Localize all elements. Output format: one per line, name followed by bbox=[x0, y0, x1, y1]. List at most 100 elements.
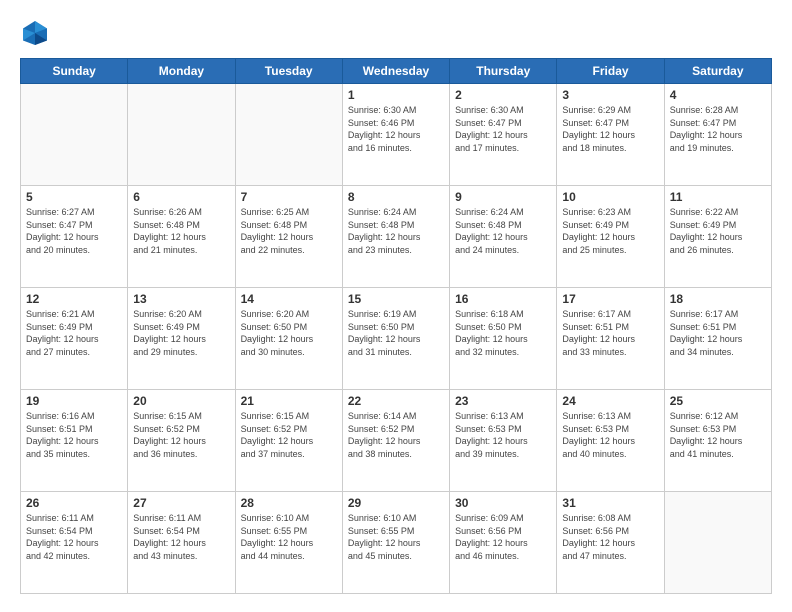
calendar-cell: 16 Sunrise: 6:18 AM Sunset: 6:50 PM Dayli… bbox=[450, 288, 557, 390]
day-number: 30 bbox=[455, 496, 551, 510]
day-number: 23 bbox=[455, 394, 551, 408]
calendar-cell: 27Sunrise: 6:11 AM Sunset: 6:54 PM Dayli… bbox=[128, 492, 235, 594]
day-number: 20 bbox=[133, 394, 229, 408]
day-info: Sunrise: 6:25 AM Sunset: 6:48 PM Dayligh… bbox=[241, 206, 337, 256]
day-number: 6 bbox=[133, 190, 229, 204]
calendar-cell: 2 Sunrise: 6:30 AM Sunset: 6:47 PM Daylig… bbox=[450, 84, 557, 186]
page: SundayMondayTuesdayWednesdayThursdayFrid… bbox=[0, 0, 792, 612]
calendar-cell: 25 Sunrise: 6:12 AM Sunset: 6:53 PM Dayli… bbox=[664, 390, 771, 492]
day-number: 14 bbox=[241, 292, 337, 306]
calendar-cell: 28 Sunrise: 6:10 AM Sunset: 6:55 PM Dayli… bbox=[235, 492, 342, 594]
day-info: Sunrise: 6:11 AM Sunset: 6:54 PM Dayligh… bbox=[26, 512, 122, 562]
day-number: 11 bbox=[670, 190, 766, 204]
day-info: Sunrise: 6:20 AM Sunset: 6:49 PM Dayligh… bbox=[133, 308, 229, 358]
calendar-cell: 3 Sunrise: 6:29 AM Sunset: 6:47 PM Daylig… bbox=[557, 84, 664, 186]
calendar-cell: 12 Sunrise: 6:21 AM Sunset: 6:49 PM Dayli… bbox=[21, 288, 128, 390]
day-info: Sunrise: 6:30 AM Sunset: 6:46 PM Dayligh… bbox=[348, 104, 444, 154]
calendar-cell: 23 Sunrise: 6:13 AM Sunset: 6:53 PM Dayli… bbox=[450, 390, 557, 492]
day-info: Sunrise: 6:28 AM Sunset: 6:47 PM Dayligh… bbox=[670, 104, 766, 154]
calendar-cell: 15 Sunrise: 6:19 AM Sunset: 6:50 PM Dayli… bbox=[342, 288, 449, 390]
calendar-cell: 18 Sunrise: 6:17 AM Sunset: 6:51 PM Dayli… bbox=[664, 288, 771, 390]
day-number: 31 bbox=[562, 496, 658, 510]
day-info: Sunrise: 6:09 AM Sunset: 6:56 PM Dayligh… bbox=[455, 512, 551, 562]
day-number: 13 bbox=[133, 292, 229, 306]
calendar-table: SundayMondayTuesdayWednesdayThursdayFrid… bbox=[20, 58, 772, 594]
header bbox=[20, 18, 772, 48]
calendar-cell: 29 Sunrise: 6:10 AM Sunset: 6:55 PM Dayli… bbox=[342, 492, 449, 594]
day-info: Sunrise: 6:17 AM Sunset: 6:51 PM Dayligh… bbox=[562, 308, 658, 358]
calendar-cell: 6 Sunrise: 6:26 AM Sunset: 6:48 PM Daylig… bbox=[128, 186, 235, 288]
weekday-header: Thursday bbox=[450, 59, 557, 84]
day-number: 28 bbox=[241, 496, 337, 510]
day-number: 3 bbox=[562, 88, 658, 102]
calendar-cell: 30 Sunrise: 6:09 AM Sunset: 6:56 PM Dayli… bbox=[450, 492, 557, 594]
day-info: Sunrise: 6:13 AM Sunset: 6:53 PM Dayligh… bbox=[455, 410, 551, 460]
calendar-cell bbox=[235, 84, 342, 186]
day-number: 1 bbox=[348, 88, 444, 102]
calendar-cell: 4 Sunrise: 6:28 AM Sunset: 6:47 PM Daylig… bbox=[664, 84, 771, 186]
day-number: 27 bbox=[133, 496, 229, 510]
day-number: 12 bbox=[26, 292, 122, 306]
day-info: Sunrise: 6:22 AM Sunset: 6:49 PM Dayligh… bbox=[670, 206, 766, 256]
day-info: Sunrise: 6:24 AM Sunset: 6:48 PM Dayligh… bbox=[455, 206, 551, 256]
calendar-cell: 26 Sunrise: 6:11 AM Sunset: 6:54 PM Dayli… bbox=[21, 492, 128, 594]
day-info: Sunrise: 6:18 AM Sunset: 6:50 PM Dayligh… bbox=[455, 308, 551, 358]
day-info: Sunrise: 6:20 AM Sunset: 6:50 PM Dayligh… bbox=[241, 308, 337, 358]
calendar-cell: 5 Sunrise: 6:27 AM Sunset: 6:47 PM Daylig… bbox=[21, 186, 128, 288]
day-number: 17 bbox=[562, 292, 658, 306]
day-number: 7 bbox=[241, 190, 337, 204]
logo bbox=[20, 18, 56, 48]
calendar-cell: 10Sunrise: 6:23 AM Sunset: 6:49 PM Dayli… bbox=[557, 186, 664, 288]
weekday-header: Wednesday bbox=[342, 59, 449, 84]
calendar-cell: 31 Sunrise: 6:08 AM Sunset: 6:56 PM Dayli… bbox=[557, 492, 664, 594]
day-info: Sunrise: 6:19 AM Sunset: 6:50 PM Dayligh… bbox=[348, 308, 444, 358]
day-info: Sunrise: 6:14 AM Sunset: 6:52 PM Dayligh… bbox=[348, 410, 444, 460]
day-info: Sunrise: 6:12 AM Sunset: 6:53 PM Dayligh… bbox=[670, 410, 766, 460]
day-info: Sunrise: 6:16 AM Sunset: 6:51 PM Dayligh… bbox=[26, 410, 122, 460]
day-info: Sunrise: 6:29 AM Sunset: 6:47 PM Dayligh… bbox=[562, 104, 658, 154]
calendar-cell: 17 Sunrise: 6:17 AM Sunset: 6:51 PM Dayli… bbox=[557, 288, 664, 390]
day-info: Sunrise: 6:26 AM Sunset: 6:48 PM Dayligh… bbox=[133, 206, 229, 256]
calendar-cell: 14 Sunrise: 6:20 AM Sunset: 6:50 PM Dayli… bbox=[235, 288, 342, 390]
weekday-header: Saturday bbox=[664, 59, 771, 84]
day-info: Sunrise: 6:10 AM Sunset: 6:55 PM Dayligh… bbox=[241, 512, 337, 562]
calendar-cell: 11 Sunrise: 6:22 AM Sunset: 6:49 PM Dayli… bbox=[664, 186, 771, 288]
calendar-cell: 13 Sunrise: 6:20 AM Sunset: 6:49 PM Dayli… bbox=[128, 288, 235, 390]
calendar-cell bbox=[664, 492, 771, 594]
day-number: 26 bbox=[26, 496, 122, 510]
calendar-cell bbox=[128, 84, 235, 186]
day-info: Sunrise: 6:15 AM Sunset: 6:52 PM Dayligh… bbox=[241, 410, 337, 460]
day-number: 18 bbox=[670, 292, 766, 306]
day-number: 19 bbox=[26, 394, 122, 408]
day-number: 15 bbox=[348, 292, 444, 306]
day-number: 9 bbox=[455, 190, 551, 204]
calendar-cell: 1 Sunrise: 6:30 AM Sunset: 6:46 PM Daylig… bbox=[342, 84, 449, 186]
day-info: Sunrise: 6:15 AM Sunset: 6:52 PM Dayligh… bbox=[133, 410, 229, 460]
calendar-cell: 20 Sunrise: 6:15 AM Sunset: 6:52 PM Dayli… bbox=[128, 390, 235, 492]
calendar-cell: 9 Sunrise: 6:24 AM Sunset: 6:48 PM Daylig… bbox=[450, 186, 557, 288]
weekday-header: Friday bbox=[557, 59, 664, 84]
day-info: Sunrise: 6:24 AM Sunset: 6:48 PM Dayligh… bbox=[348, 206, 444, 256]
day-info: Sunrise: 6:30 AM Sunset: 6:47 PM Dayligh… bbox=[455, 104, 551, 154]
day-number: 8 bbox=[348, 190, 444, 204]
weekday-header: Tuesday bbox=[235, 59, 342, 84]
calendar-cell: 21 Sunrise: 6:15 AM Sunset: 6:52 PM Dayli… bbox=[235, 390, 342, 492]
day-info: Sunrise: 6:17 AM Sunset: 6:51 PM Dayligh… bbox=[670, 308, 766, 358]
calendar-cell: 24Sunrise: 6:13 AM Sunset: 6:53 PM Dayli… bbox=[557, 390, 664, 492]
day-info: Sunrise: 6:27 AM Sunset: 6:47 PM Dayligh… bbox=[26, 206, 122, 256]
calendar-cell: 7 Sunrise: 6:25 AM Sunset: 6:48 PM Daylig… bbox=[235, 186, 342, 288]
day-number: 5 bbox=[26, 190, 122, 204]
calendar-cell: 19 Sunrise: 6:16 AM Sunset: 6:51 PM Dayli… bbox=[21, 390, 128, 492]
day-number: 2 bbox=[455, 88, 551, 102]
day-number: 25 bbox=[670, 394, 766, 408]
calendar-cell: 8 Sunrise: 6:24 AM Sunset: 6:48 PM Daylig… bbox=[342, 186, 449, 288]
day-number: 16 bbox=[455, 292, 551, 306]
day-number: 29 bbox=[348, 496, 444, 510]
day-number: 4 bbox=[670, 88, 766, 102]
day-info: Sunrise: 6:08 AM Sunset: 6:56 PM Dayligh… bbox=[562, 512, 658, 562]
day-info: Sunrise: 6:21 AM Sunset: 6:49 PM Dayligh… bbox=[26, 308, 122, 358]
day-info: Sunrise: 6:10 AM Sunset: 6:55 PM Dayligh… bbox=[348, 512, 444, 562]
day-number: 22 bbox=[348, 394, 444, 408]
day-number: 21 bbox=[241, 394, 337, 408]
day-info: Sunrise: 6:13 AM Sunset: 6:53 PM Dayligh… bbox=[562, 410, 658, 460]
